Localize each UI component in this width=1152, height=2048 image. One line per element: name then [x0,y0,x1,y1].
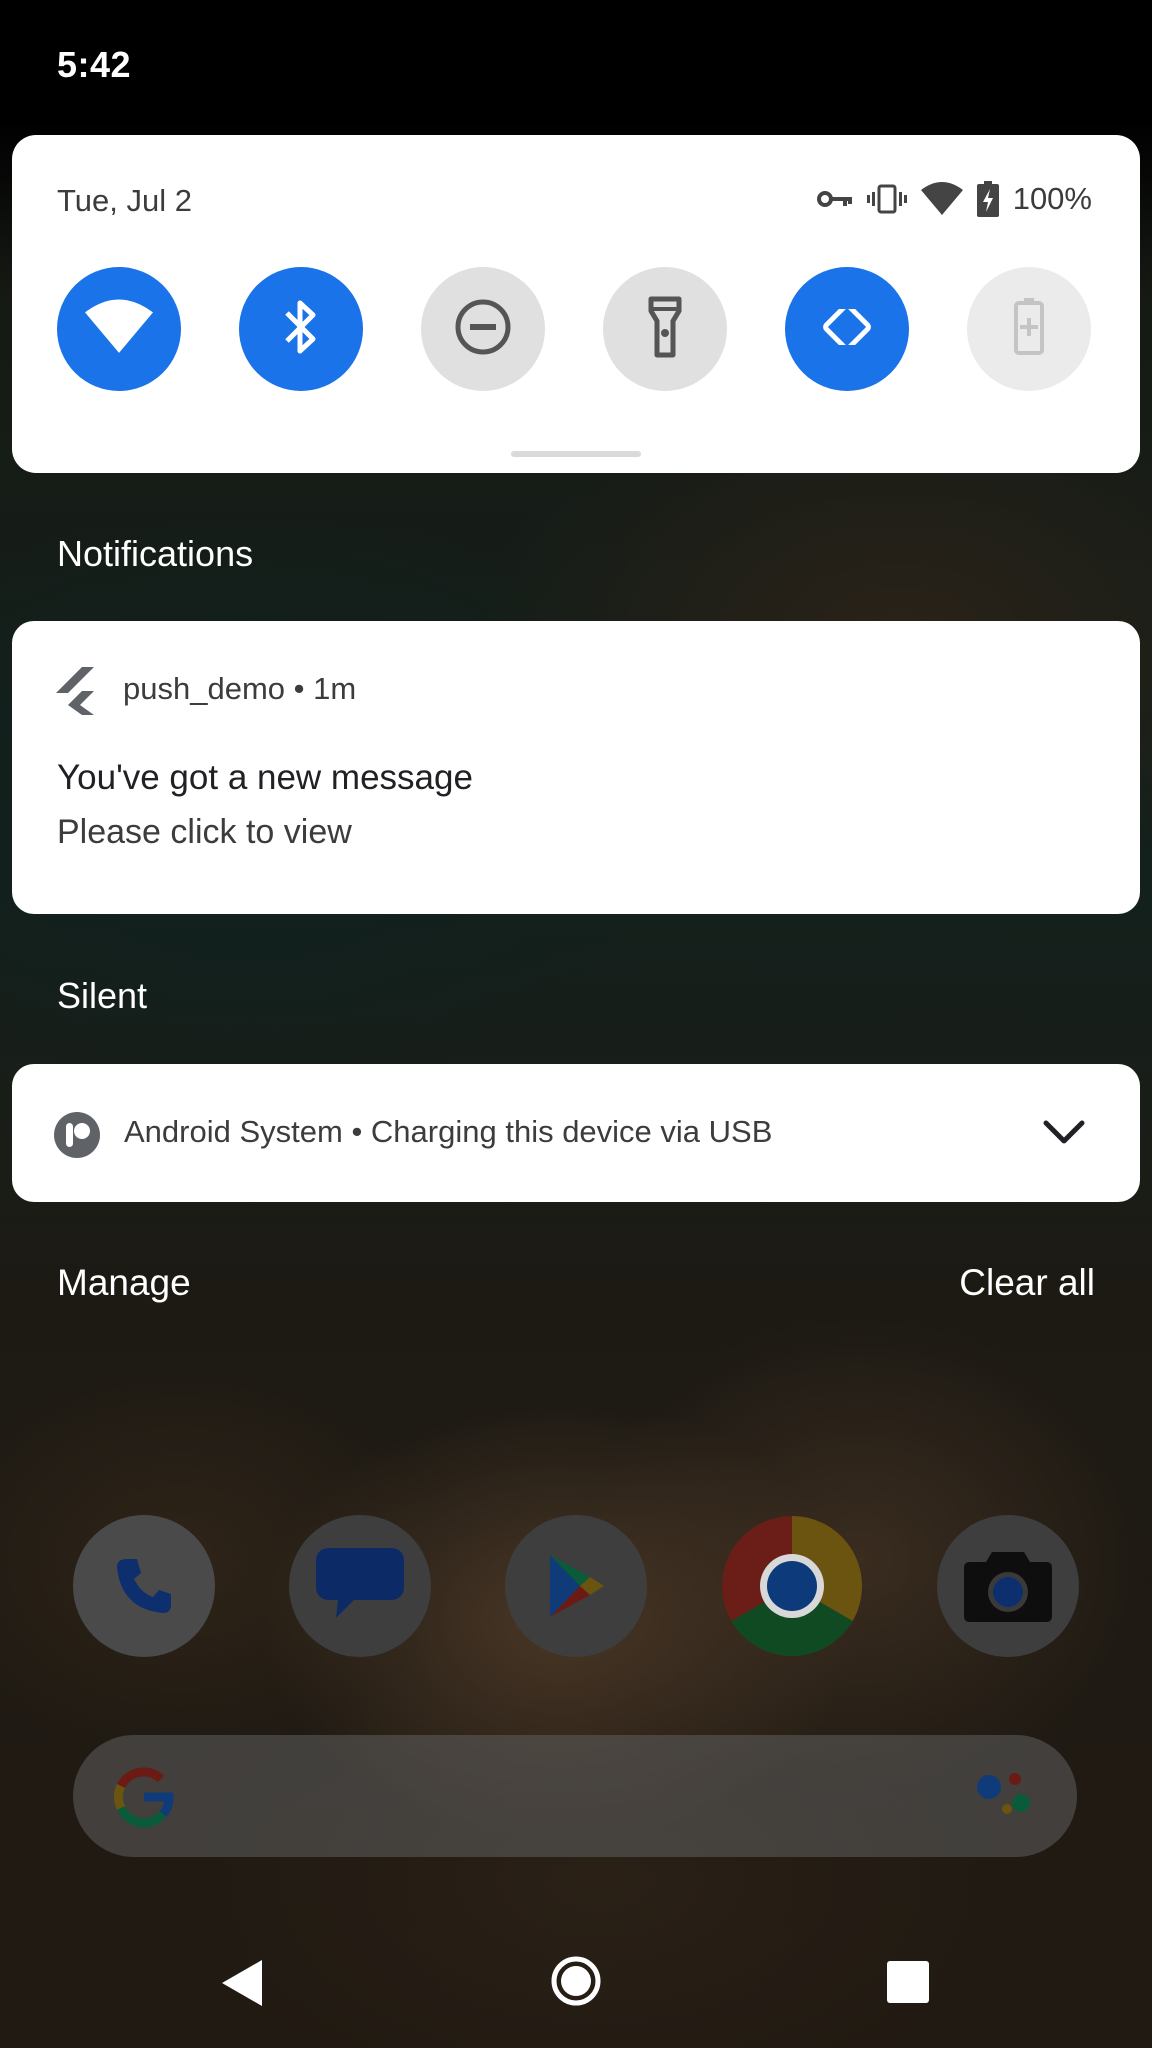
notifications-header: Notifications [57,533,254,574]
play-store-icon[interactable] [505,1515,647,1657]
qs-drag-handle[interactable] [511,451,641,457]
messages-icon[interactable] [289,1515,431,1657]
google-search-bar[interactable] [73,1735,1077,1857]
auto-rotate-icon [817,296,877,362]
qs-status-icons: 100% [816,181,1092,217]
silent-notification-card[interactable]: Android System • Charging this device vi… [12,1064,1140,1202]
status-bar-time: 5:42 [57,44,132,85]
battery-saver-icon [1014,297,1044,361]
phone-icon[interactable] [73,1515,215,1657]
silent-notification-line: Android System • Charging this device vi… [124,1114,772,1150]
camera-icon[interactable] [937,1515,1079,1657]
separator-dot: • [351,1114,371,1149]
tile-flashlight[interactable] [603,267,727,391]
battery-percent: 100% [1012,181,1092,216]
tile-do-not-disturb[interactable] [421,267,545,391]
notification-title: You've got a new message [57,758,473,797]
separator-dot: • [293,671,314,706]
vibrate-icon [866,184,907,214]
notification-header: push_demo • 1m [123,671,356,707]
home-icon[interactable] [550,1955,602,2012]
battery-charging-icon [976,181,999,217]
android-system-icon [54,1112,100,1163]
back-icon[interactable] [218,1958,264,2013]
manage-button[interactable]: Manage [57,1262,191,1304]
vpn-key-icon [816,187,853,211]
do-not-disturb-icon [453,297,513,362]
silent-header: Silent [57,975,148,1016]
recents-icon[interactable] [886,1960,930,2009]
google-g-icon [111,1764,177,1835]
bluetooth-icon [281,297,321,362]
tile-battery-saver[interactable] [967,267,1091,391]
chevron-down-icon[interactable] [1043,1120,1085,1151]
chrome-icon[interactable] [721,1515,863,1657]
tile-auto-rotate[interactable] [785,267,909,391]
notification-time: 1m [313,671,357,706]
flashlight-icon [645,295,685,364]
wifi-icon [920,182,963,216]
tile-wifi[interactable] [57,267,181,391]
silent-notification-text: Charging this device via USB [370,1114,773,1149]
notification-app-name: push_demo [123,671,286,706]
tile-bluetooth[interactable] [239,267,363,391]
qs-date[interactable]: Tue, Jul 2 [57,183,192,219]
notification-card[interactable]: push_demo • 1m You've got a new message … [12,621,1140,914]
silent-app-name: Android System [124,1114,343,1149]
quick-settings-panel: Tue, Jul 2 100% [12,135,1140,473]
clear-all-button[interactable]: Clear all [959,1262,1095,1304]
assistant-icon[interactable] [971,1763,1037,1834]
flutter-icon [56,665,100,720]
notification-text: Please click to view [57,813,352,851]
wifi-icon [85,298,153,360]
